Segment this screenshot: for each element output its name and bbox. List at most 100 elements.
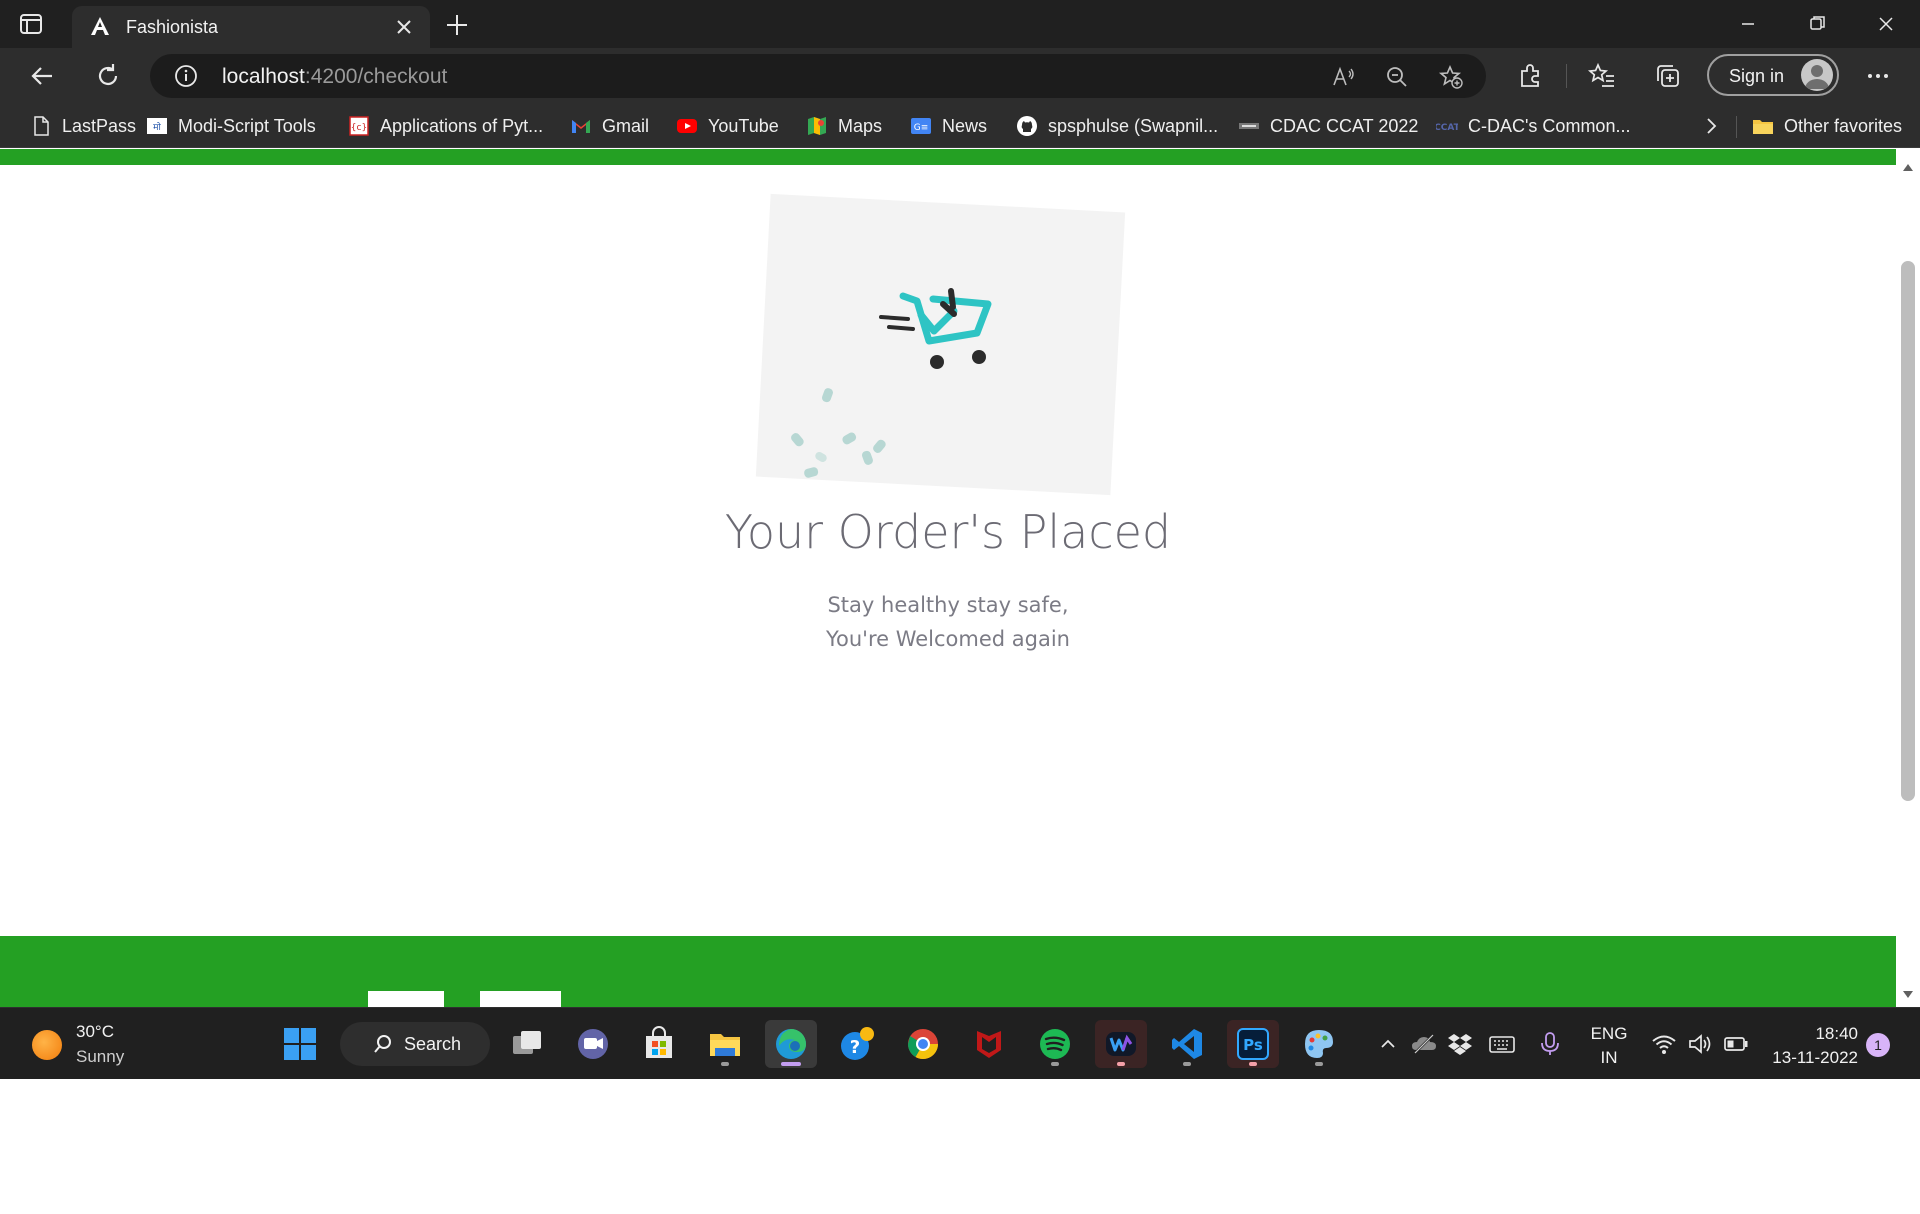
toolbar-divider xyxy=(1566,64,1567,88)
input-language[interactable]: ENG IN xyxy=(1584,1022,1634,1070)
info-icon[interactable] xyxy=(174,64,198,88)
collections-icon[interactable] xyxy=(1652,60,1684,92)
bookmark-maps[interactable]: Maps xyxy=(806,112,882,140)
scroll-up-arrow-icon[interactable] xyxy=(1902,159,1914,171)
minimize-icon[interactable] xyxy=(1728,8,1768,40)
chevron-right-icon[interactable] xyxy=(1700,112,1722,140)
blank-area xyxy=(0,1079,1920,1214)
running-indicator xyxy=(1249,1062,1257,1066)
start-windows-icon[interactable] xyxy=(274,1020,326,1068)
footer-green-band xyxy=(0,936,1896,1007)
search-icon xyxy=(374,1035,391,1053)
youtube-icon xyxy=(676,115,698,137)
browser-toolbar: localhost:4200/checkout Sign in xyxy=(0,48,1920,104)
other-favorites-folder[interactable]: Other favorites xyxy=(1752,112,1902,140)
spotify-icon[interactable] xyxy=(1029,1020,1081,1068)
task-view-icon[interactable] xyxy=(501,1020,553,1068)
bookmark-label: C-DAC's Common... xyxy=(1468,115,1631,136)
taskbar-search[interactable]: Search xyxy=(340,1022,490,1066)
photoshop-icon[interactable]: Ps xyxy=(1227,1020,1279,1068)
bookmark-gmail[interactable]: Gmail xyxy=(570,112,649,140)
angular-icon xyxy=(88,15,112,39)
read-aloud-icon[interactable] xyxy=(1330,64,1356,90)
zoom-out-icon[interactable] xyxy=(1384,64,1410,90)
url-text: localhost:4200/checkout xyxy=(222,65,447,89)
more-options-icon[interactable] xyxy=(1862,60,1894,92)
get-help-icon[interactable]: ? xyxy=(831,1020,883,1068)
chrome-icon[interactable] xyxy=(897,1020,949,1068)
weather-temperature[interactable]: 30°C xyxy=(76,1022,114,1042)
order-placed-heading: Your Order's Placed xyxy=(724,505,1172,559)
battery-icon[interactable] xyxy=(1722,1030,1750,1058)
sun-icon[interactable] xyxy=(32,1030,62,1060)
onedrive-icon[interactable] xyxy=(1410,1030,1438,1058)
system-clock[interactable]: 18:40 13-11-2022 xyxy=(1766,1022,1858,1070)
sign-in-button[interactable]: Sign in xyxy=(1707,54,1839,96)
keyboard-icon[interactable] xyxy=(1488,1030,1516,1058)
github-icon xyxy=(1016,115,1038,137)
teams-chat-icon[interactable] xyxy=(567,1020,619,1068)
bookmark-github[interactable]: spsphulse (Swapnil... xyxy=(1016,112,1218,140)
region-code: IN xyxy=(1600,1048,1618,1067)
vscode-icon[interactable] xyxy=(1161,1020,1213,1068)
footer-element-accent xyxy=(444,991,480,1007)
bookmark-cdac-ccat[interactable]: CDAC CCAT 2022 xyxy=(1238,112,1418,140)
mcafee-icon[interactable] xyxy=(963,1020,1015,1068)
webex-icon[interactable] xyxy=(1095,1020,1147,1068)
bookmark-applications-python[interactable]: {c} Applications of Pyt... xyxy=(348,112,543,140)
chevron-up-icon[interactable] xyxy=(1374,1030,1402,1058)
microphone-icon[interactable] xyxy=(1536,1030,1564,1058)
vertical-scrollbar[interactable] xyxy=(1896,149,1920,1007)
microsoft-store-icon[interactable] xyxy=(633,1020,685,1068)
new-tab-icon[interactable] xyxy=(442,10,472,40)
browser-tab[interactable]: Fashionista xyxy=(72,6,430,48)
dropbox-icon[interactable] xyxy=(1446,1030,1474,1058)
svg-text:{c}: {c} xyxy=(351,123,367,133)
favorites-icon[interactable] xyxy=(1586,60,1618,92)
address-bar[interactable]: localhost:4200/checkout xyxy=(150,54,1486,98)
bookmark-news[interactable]: G≡ News xyxy=(910,112,987,140)
maps-icon xyxy=(806,115,828,137)
subtitle-line-1: Stay healthy stay safe, xyxy=(827,593,1069,617)
header-green-band xyxy=(0,149,1896,165)
volume-icon[interactable] xyxy=(1686,1030,1714,1058)
scroll-thumb[interactable] xyxy=(1901,261,1915,801)
svg-text:G≡: G≡ xyxy=(914,123,929,133)
edge-browser-icon[interactable] xyxy=(765,1020,817,1068)
modi-script-icon: मो xyxy=(146,115,168,137)
bookmark-cdac-common[interactable]: CCAT C-DAC's Common... xyxy=(1436,112,1630,140)
bookmark-label: Gmail xyxy=(602,115,650,136)
file-explorer-icon[interactable] xyxy=(699,1020,751,1068)
other-favorites-label: Other favorites xyxy=(1784,115,1903,136)
sign-in-label: Sign in xyxy=(1729,66,1785,86)
restore-icon[interactable] xyxy=(1797,8,1837,40)
bookmark-modi-script[interactable]: मो Modi-Script Tools xyxy=(146,112,316,140)
weather-condition[interactable]: Sunny xyxy=(76,1047,124,1067)
add-favorite-icon[interactable] xyxy=(1438,64,1464,90)
bookmark-lastpass[interactable]: LastPass xyxy=(30,112,136,140)
bookmark-label: CDAC CCAT 2022 xyxy=(1270,115,1419,136)
ccat-icon: CCAT xyxy=(1436,115,1458,137)
close-icon[interactable] xyxy=(392,15,416,39)
bookmark-youtube[interactable]: YouTube xyxy=(676,112,779,140)
footer-element xyxy=(368,991,561,1007)
extensions-icon[interactable] xyxy=(1514,60,1546,92)
notification-badge[interactable]: 1 xyxy=(1866,1033,1890,1057)
running-indicator xyxy=(781,1062,801,1066)
running-indicator xyxy=(1315,1062,1323,1066)
back-arrow-icon[interactable] xyxy=(26,60,58,92)
url-host: localhost xyxy=(222,65,305,88)
code-page-icon: {c} xyxy=(348,115,370,137)
bookmark-label: Maps xyxy=(838,115,883,136)
wifi-icon[interactable] xyxy=(1650,1030,1678,1058)
language-code: ENG xyxy=(1590,1024,1628,1043)
running-indicator xyxy=(1117,1062,1125,1066)
svg-text:?: ? xyxy=(850,1037,860,1058)
window-close-icon[interactable] xyxy=(1866,8,1906,40)
paint-icon[interactable] xyxy=(1293,1020,1345,1068)
svg-text:मो: मो xyxy=(153,121,161,133)
scroll-down-arrow-icon[interactable] xyxy=(1902,987,1914,998)
shopping-cart-icon xyxy=(791,288,992,478)
refresh-icon[interactable] xyxy=(92,60,124,92)
tab-actions-icon[interactable] xyxy=(18,11,52,37)
